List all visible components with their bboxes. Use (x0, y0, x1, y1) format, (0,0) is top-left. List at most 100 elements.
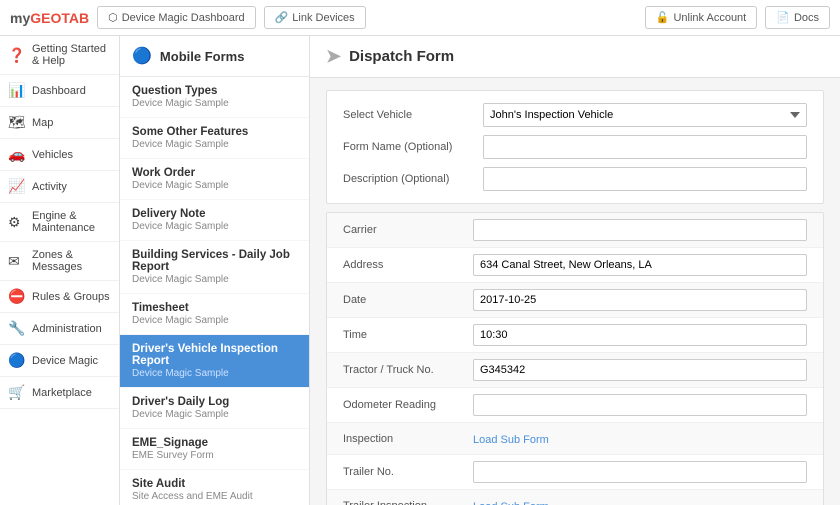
sidebar-item-map[interactable]: 🗺 Map (0, 107, 119, 139)
form-item-sub: Device Magic Sample (132, 180, 297, 191)
odometer-row: Odometer Reading (327, 388, 823, 423)
mobile-forms-icon: 🔵 (132, 46, 152, 66)
help-icon: ❓ (8, 47, 26, 64)
carrier-label: Carrier (343, 224, 473, 236)
dispatch-panel: ➤ Dispatch Form Select Vehicle John's In… (310, 36, 840, 505)
form-item-sub: Site Access and EME Audit (132, 491, 297, 502)
tractor-row: Tractor / Truck No. (327, 353, 823, 388)
link-devices-button[interactable]: 🔗 Link Devices (264, 6, 366, 29)
top-fields-section: Select Vehicle John's Inspection Vehicle… (326, 90, 824, 204)
form-item-sub: Device Magic Sample (132, 409, 297, 420)
time-label: Time (343, 329, 473, 341)
device-magic-dashboard-button[interactable]: ⬡ Device Magic Dashboard (97, 6, 256, 29)
sidebar-item-vehicles[interactable]: 🚗 Vehicles (0, 139, 119, 171)
form-item[interactable]: Driver's Daily Log Device Magic Sample (120, 388, 309, 429)
tractor-label: Tractor / Truck No. (343, 364, 473, 376)
date-input[interactable] (473, 289, 807, 311)
form-item-sub: Device Magic Sample (132, 274, 297, 285)
form-name-label: Form Name (Optional) (343, 141, 483, 153)
carrier-input[interactable] (473, 219, 807, 241)
trailer-inspection-load-subform-link[interactable]: Load Sub Form (473, 501, 549, 505)
sidebar-item-device-magic[interactable]: 🔵 Device Magic (0, 345, 119, 377)
description-label: Description (Optional) (343, 173, 483, 185)
forms-list: Question Types Device Magic Sample Some … (120, 77, 309, 505)
unlink-icon: 🔓 (656, 11, 670, 24)
date-label: Date (343, 294, 473, 306)
form-item-sub: Device Magic Sample (132, 315, 297, 326)
form-item[interactable]: Work Order Device Magic Sample (120, 159, 309, 200)
content-area: 🔵 Mobile Forms Question Types Device Mag… (120, 36, 840, 505)
activity-icon: 📈 (8, 178, 26, 195)
form-item[interactable]: Timesheet Device Magic Sample (120, 294, 309, 335)
select-vehicle-wrapper: John's Inspection Vehicle (483, 103, 807, 127)
sidebar: ❓ Getting Started & Help 📊 Dashboard 🗺 M… (0, 36, 120, 505)
engine-icon: ⚙ (8, 214, 26, 231)
sidebar-item-rules[interactable]: ⛔ Rules & Groups (0, 281, 119, 313)
form-item[interactable]: Question Types Device Magic Sample (120, 77, 309, 118)
description-row: Description (Optional) (343, 167, 807, 191)
select-vehicle-dropdown[interactable]: John's Inspection Vehicle (483, 103, 807, 127)
device-magic-sidebar-icon: 🔵 (8, 352, 26, 369)
dispatch-header: ➤ Dispatch Form (310, 36, 840, 78)
trailer-inspection-row: Trailer Inspection Load Sub Form (327, 490, 823, 505)
tractor-input[interactable] (473, 359, 807, 381)
dashboard-icon: 📊 (8, 82, 26, 99)
form-item-name: Some Other Features (132, 126, 297, 138)
form-item-name: Site Audit (132, 478, 297, 490)
detail-section: Carrier Address Date (326, 212, 824, 505)
docs-button[interactable]: 📄 Docs (765, 6, 830, 29)
inspection-label: Inspection (343, 433, 473, 445)
form-item-name: Work Order (132, 167, 297, 179)
unlink-account-button[interactable]: 🔓 Unlink Account (645, 6, 757, 29)
top-bar-left: myGEOTAB ⬡ Device Magic Dashboard 🔗 Link… (10, 6, 366, 29)
sidebar-item-getting-started[interactable]: ❓ Getting Started & Help (0, 36, 119, 75)
form-item[interactable]: Some Other Features Device Magic Sample (120, 118, 309, 159)
form-item-sub: EME Survey Form (132, 450, 297, 461)
inspection-load-subform-link[interactable]: Load Sub Form (473, 434, 549, 446)
form-item[interactable]: Driver's Vehicle Inspection Report Devic… (120, 335, 309, 388)
arrow-icon: ➤ (326, 46, 341, 67)
admin-icon: 🔧 (8, 320, 26, 337)
form-item-sub: Device Magic Sample (132, 98, 297, 109)
trailer-no-input[interactable] (473, 461, 807, 483)
time-input[interactable] (473, 324, 807, 346)
sidebar-item-marketplace[interactable]: 🛒 Marketplace (0, 377, 119, 409)
address-input[interactable] (473, 254, 807, 276)
trailer-no-row: Trailer No. (327, 455, 823, 490)
link-icon: 🔗 (275, 11, 289, 24)
rules-icon: ⛔ (8, 288, 26, 305)
form-item[interactable]: Delivery Note Device Magic Sample (120, 200, 309, 241)
top-bar: myGEOTAB ⬡ Device Magic Dashboard 🔗 Link… (0, 0, 840, 36)
form-item-name: Timesheet (132, 302, 297, 314)
odometer-label: Odometer Reading (343, 399, 473, 411)
form-item-name: Driver's Vehicle Inspection Report (132, 343, 297, 367)
sidebar-item-dashboard[interactable]: 📊 Dashboard (0, 75, 119, 107)
date-row: Date (327, 283, 823, 318)
form-name-input[interactable] (483, 135, 807, 159)
dispatch-form-body: Select Vehicle John's Inspection Vehicle… (310, 78, 840, 505)
sidebar-item-administration[interactable]: 🔧 Administration (0, 313, 119, 345)
sidebar-item-activity[interactable]: 📈 Activity (0, 171, 119, 203)
form-item-name: Delivery Note (132, 208, 297, 220)
sidebar-item-zones[interactable]: ✉ Zones & Messages (0, 242, 119, 281)
form-item-name: Building Services - Daily Job Report (132, 249, 297, 273)
form-item-name: Question Types (132, 85, 297, 97)
form-item[interactable]: Site Audit Site Access and EME Audit (120, 470, 309, 505)
form-item-sub: Device Magic Sample (132, 368, 297, 379)
form-item[interactable]: Building Services - Daily Job Report Dev… (120, 241, 309, 294)
zones-icon: ✉ (8, 253, 26, 270)
odometer-input[interactable] (473, 394, 807, 416)
inspection-row: Inspection Load Sub Form (327, 423, 823, 455)
description-input[interactable] (483, 167, 807, 191)
vehicles-icon: 🚗 (8, 146, 26, 163)
main-layout: ❓ Getting Started & Help 📊 Dashboard 🗺 M… (0, 36, 840, 505)
form-item[interactable]: EME_Signage EME Survey Form (120, 429, 309, 470)
docs-icon: 📄 (776, 11, 790, 24)
address-label: Address (343, 259, 473, 271)
select-vehicle-row: Select Vehicle John's Inspection Vehicle (343, 103, 807, 127)
carrier-row: Carrier (327, 213, 823, 248)
select-vehicle-label: Select Vehicle (343, 109, 483, 121)
sidebar-item-engine[interactable]: ⚙ Engine & Maintenance (0, 203, 119, 242)
forms-panel: 🔵 Mobile Forms Question Types Device Mag… (120, 36, 310, 505)
form-item-name: Driver's Daily Log (132, 396, 297, 408)
